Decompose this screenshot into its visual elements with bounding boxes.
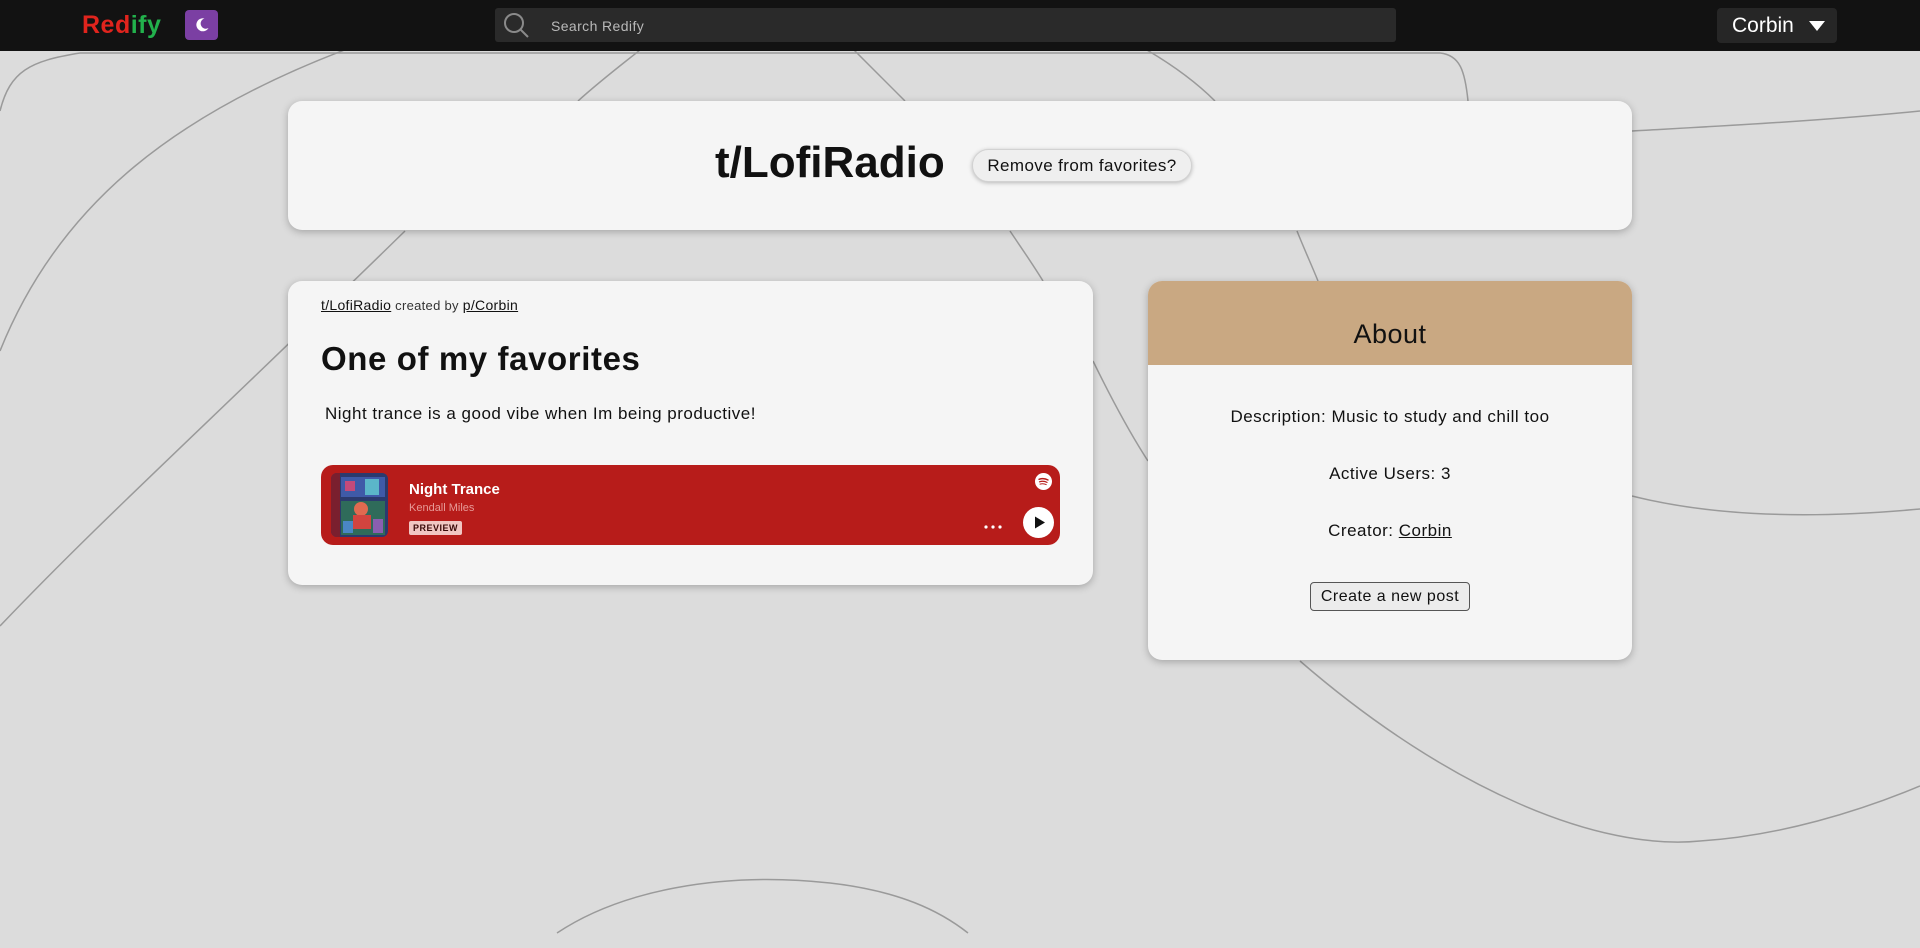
about-title: About: [1353, 319, 1427, 349]
post-body: Night trance is a good vibe when Im bein…: [325, 404, 756, 423]
description-value: Music to study and chill too: [1331, 407, 1550, 426]
search-bar: [495, 8, 1396, 44]
description-label: Description:: [1230, 407, 1332, 426]
about-creator: Creator: Corbin: [1148, 521, 1632, 541]
post-title: One of my favorites: [321, 340, 641, 377]
spotify-icon[interactable]: [1035, 473, 1052, 490]
moon-icon: [195, 18, 208, 32]
post-meta: t/LofiRadio created by p/Corbin: [321, 297, 518, 313]
track-title[interactable]: Night Trance: [409, 481, 500, 498]
active-users-label: Active Users:: [1329, 464, 1441, 483]
created-by-label: created by: [395, 298, 459, 313]
about-active-users: Active Users: 3: [1148, 464, 1632, 484]
play-icon[interactable]: [1023, 507, 1054, 538]
preview-badge: PREVIEW: [409, 521, 463, 535]
create-post-button[interactable]: Create a new post: [1310, 582, 1470, 611]
author-link[interactable]: p/Corbin: [463, 297, 518, 313]
creator-label: Creator:: [1328, 521, 1399, 540]
more-icon[interactable]: [983, 524, 1003, 530]
community-title: t/LofiRadio: [715, 138, 945, 187]
track-artist[interactable]: Kendall Miles: [409, 502, 474, 514]
active-users-value: 3: [1440, 464, 1451, 483]
spotify-embed[interactable]: Night Trance Kendall Miles PREVIEW: [321, 465, 1060, 545]
about-description: Description: Music to study and chill to…: [1148, 407, 1632, 427]
logo-red-text: Red: [82, 11, 131, 39]
creator-link[interactable]: Corbin: [1399, 521, 1452, 540]
search-input[interactable]: [549, 8, 1383, 44]
community-link[interactable]: t/LofiRadio: [321, 297, 391, 313]
top-navbar: Redify Corbin: [0, 0, 1920, 51]
user-menu-dropdown[interactable]: Corbin: [1717, 8, 1837, 43]
app-logo[interactable]: Redify: [82, 11, 161, 40]
search-icon[interactable]: [501, 11, 531, 41]
caret-down-icon: [1809, 21, 1825, 31]
logo-green-text: ify: [130, 11, 162, 39]
theme-toggle-button[interactable]: [185, 10, 218, 40]
community-header-card: [288, 101, 1632, 230]
user-name: Corbin: [1732, 14, 1794, 37]
remove-favorite-button[interactable]: Remove from favorites?: [972, 149, 1192, 182]
about-card: About Description: Music to study and ch…: [1148, 281, 1632, 660]
album-art[interactable]: [331, 473, 388, 537]
